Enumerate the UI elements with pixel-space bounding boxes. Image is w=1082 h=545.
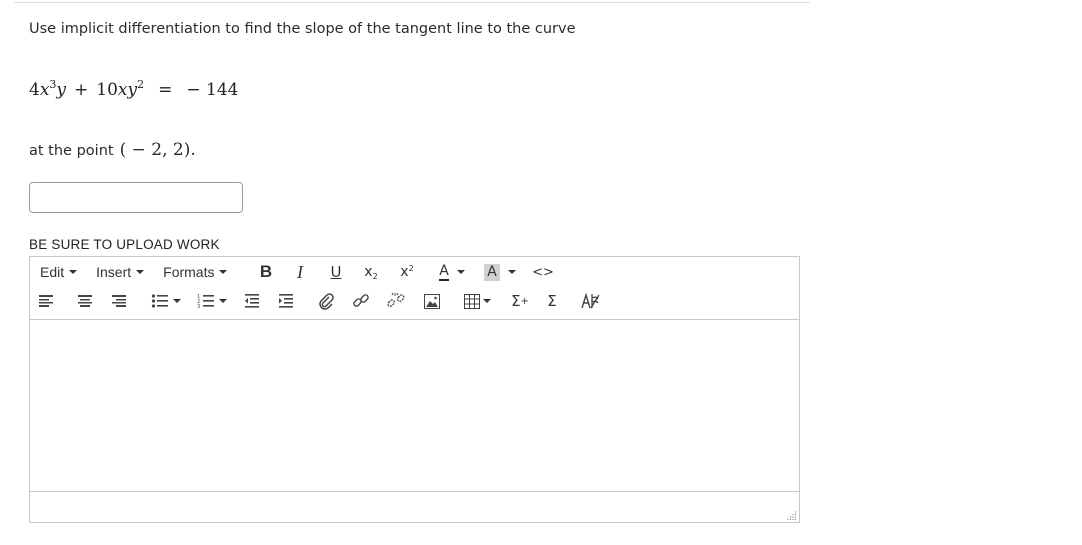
text-color-icon[interactable]: A — [434, 260, 470, 284]
top-divider — [14, 2, 810, 3]
table-icon[interactable] — [460, 291, 494, 311]
point-prefix: at the point — [29, 143, 114, 159]
align-left-icon[interactable] — [38, 293, 54, 309]
equation-icon[interactable]: Σ + — [508, 290, 532, 312]
bullet-list-icon[interactable] — [148, 291, 184, 311]
background-color-icon[interactable]: A — [480, 260, 520, 284]
outdent-icon[interactable] — [244, 293, 260, 309]
equation: 4x3y +10xy2 = − 144 — [29, 78, 239, 100]
menu-edit-label: Edit — [40, 264, 65, 280]
chevron-down-icon — [219, 270, 228, 274]
attachment-icon[interactable] — [318, 292, 334, 310]
special-character-icon[interactable] — [578, 290, 602, 312]
menu-insert-label: Insert — [96, 264, 132, 280]
sum-icon[interactable]: Σ — [542, 290, 562, 312]
menu-edit[interactable]: Edit — [30, 264, 86, 280]
bold-icon[interactable]: B — [256, 260, 276, 284]
numbered-list-icon[interactable]: 123 — [194, 291, 230, 311]
answer-input[interactable] — [29, 182, 243, 213]
underline-icon[interactable]: U — [326, 260, 346, 284]
menu-formats[interactable]: Formats — [153, 264, 236, 280]
image-icon[interactable] — [424, 294, 440, 309]
editor-toolbar: Edit Insert Formats B I U x2 x2 A A <> 1… — [30, 257, 799, 320]
editor-content-area[interactable] — [30, 319, 799, 492]
superscript-icon[interactable]: x2 — [396, 260, 418, 284]
align-right-icon[interactable] — [111, 293, 127, 309]
chevron-down-icon — [69, 270, 78, 274]
resize-handle-icon[interactable] — [787, 510, 797, 520]
unlink-icon[interactable] — [386, 292, 406, 310]
equation-coef-2: 10 — [96, 80, 118, 100]
link-icon[interactable] — [352, 292, 370, 310]
upload-work-label: BE SURE TO UPLOAD WORK — [29, 237, 220, 252]
menu-insert[interactable]: Insert — [86, 264, 153, 280]
chevron-down-icon — [136, 270, 145, 274]
point-coordinates: ( − 2, 2). — [119, 140, 196, 160]
source-code-icon[interactable]: <> — [530, 260, 556, 284]
menu-formats-label: Formats — [163, 264, 215, 280]
question-prompt: Use implicit differentiation to find the… — [29, 21, 576, 37]
indent-icon[interactable] — [278, 293, 294, 309]
editor-menubar: Edit Insert Formats — [30, 257, 236, 287]
align-center-icon[interactable] — [77, 293, 93, 309]
italic-icon[interactable]: I — [290, 260, 310, 284]
equation-coef-1: 4 — [29, 80, 40, 100]
subscript-icon[interactable]: x2 — [360, 260, 382, 284]
svg-text:3: 3 — [197, 304, 200, 309]
editor-statusbar — [30, 490, 799, 522]
equation-rhs: − 144 — [186, 80, 239, 100]
point-statement: at the point ( − 2, 2). — [29, 140, 196, 160]
rich-text-editor: Edit Insert Formats B I U x2 x2 A A <> 1… — [29, 256, 800, 523]
